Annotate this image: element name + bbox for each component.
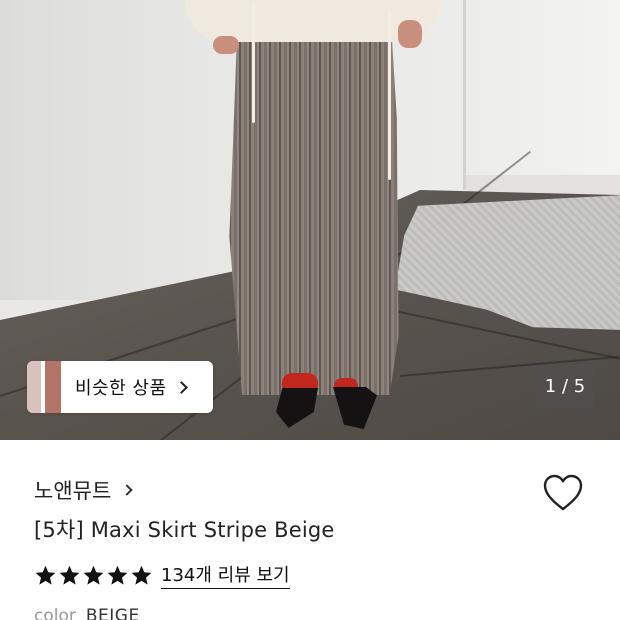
chevron-right-icon: [121, 484, 133, 496]
product-image[interactable]: 비슷한 상품 1 / 5: [0, 0, 620, 440]
color-value: BEIGE: [85, 606, 140, 620]
skirt-string: [388, 10, 391, 180]
similar-products-thumbnail: [27, 361, 61, 413]
hand: [213, 36, 239, 54]
similar-products-label: 비슷한 상품: [75, 378, 167, 399]
skirt-string: [252, 5, 255, 123]
star-filled-icon: [107, 565, 128, 585]
brand-link[interactable]: 노앤뮤트: [34, 475, 133, 505]
chevron-right-icon: [174, 380, 188, 394]
brand-name: 노앤뮤트: [34, 479, 112, 503]
photo-wall-corner: [463, 0, 466, 190]
similar-products-button[interactable]: 비슷한 상품: [27, 361, 213, 413]
rating-row: 134개 리뷰 보기: [34, 561, 290, 589]
color-label: color: [34, 606, 76, 620]
product-title: [5차] Maxi Skirt Stripe Beige: [34, 518, 335, 542]
photo-wall-right: [466, 0, 620, 195]
review-link[interactable]: 134개 리뷰 보기: [161, 561, 290, 589]
striped-skirt: [229, 0, 399, 395]
heart-outline-icon[interactable]: [543, 474, 583, 512]
hand: [398, 20, 422, 48]
star-filled-icon: [83, 565, 104, 585]
color-row: color BEIGE: [34, 606, 140, 620]
star-filled-icon: [59, 565, 80, 585]
rating-stars: [34, 564, 153, 587]
image-counter: 1 / 5: [536, 365, 594, 407]
star-filled-icon: [35, 565, 56, 585]
star-filled-icon: [131, 565, 152, 585]
